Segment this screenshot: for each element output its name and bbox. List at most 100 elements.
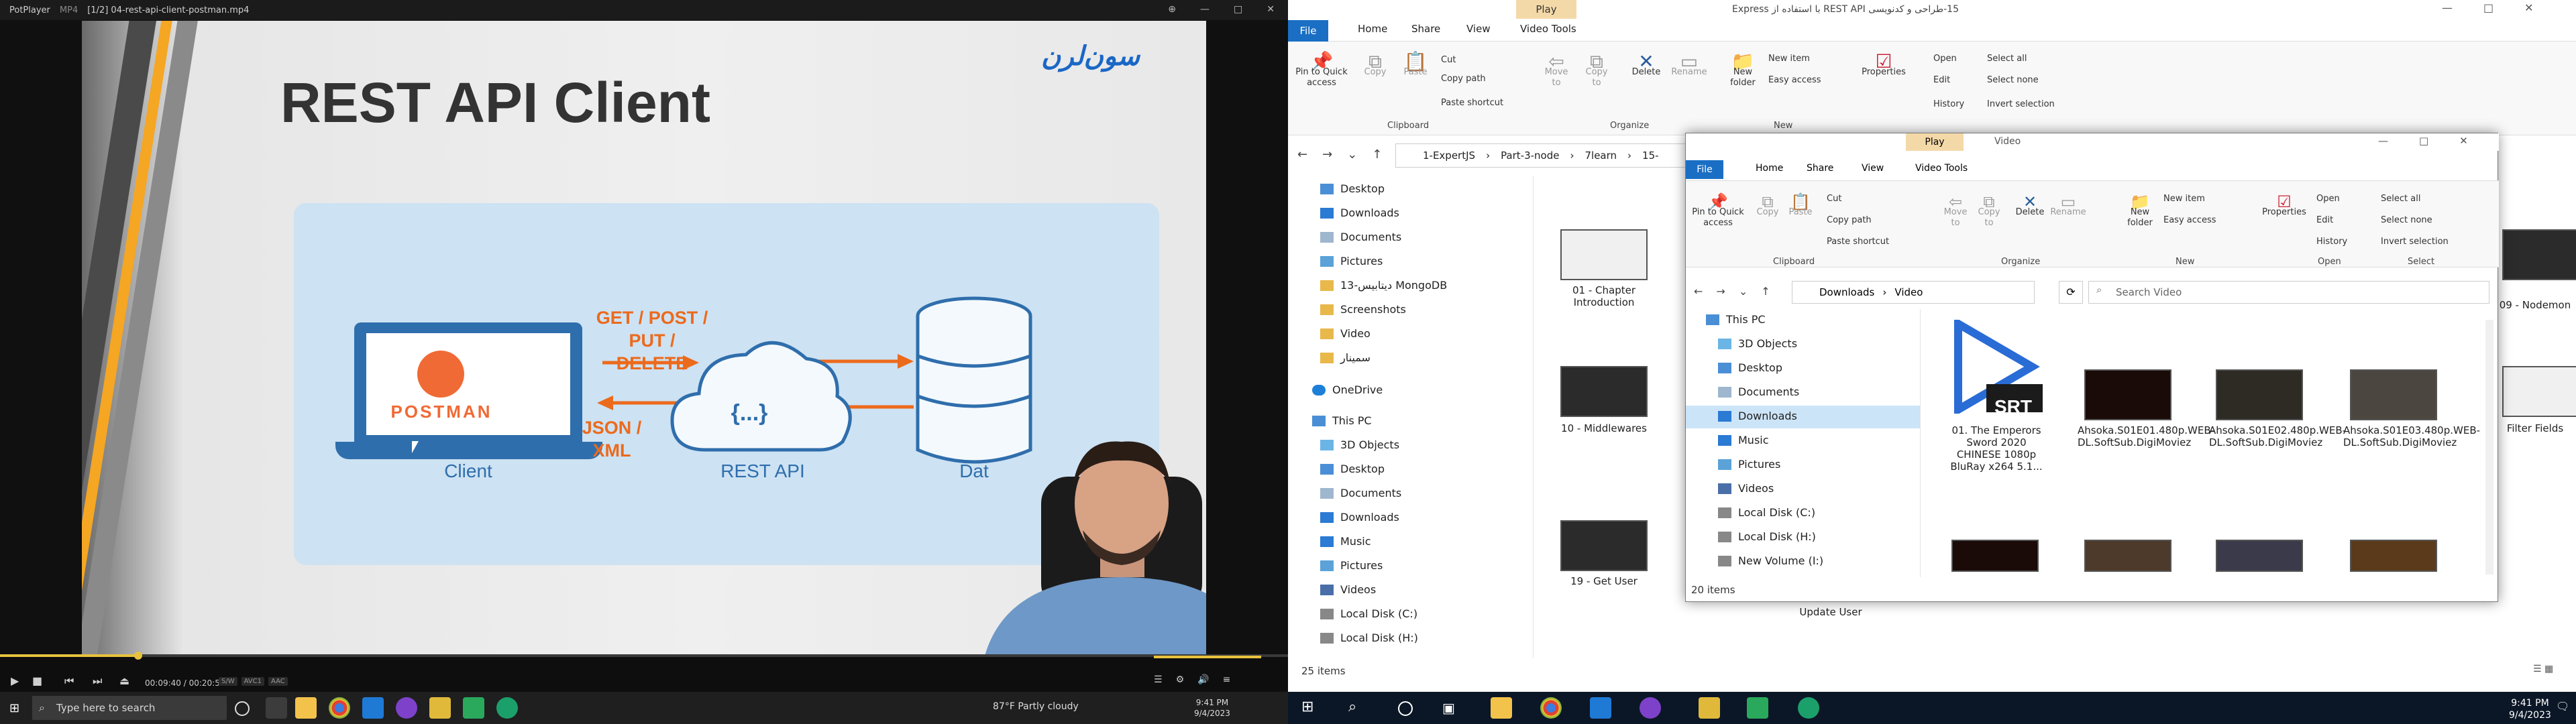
up-icon[interactable]: ↑ bbox=[1761, 285, 1770, 298]
start-icon[interactable]: ⊞ bbox=[1301, 699, 1313, 715]
play-icon[interactable]: ▶ bbox=[11, 674, 19, 687]
file-item[interactable]: Ahsoka.S01E02.480p.WEB-DL.SoftSub.DigiMo… bbox=[2209, 424, 2346, 448]
new-item-button[interactable]: New item bbox=[1768, 54, 1810, 64]
move-to-button[interactable]: ⇦ Move to bbox=[1540, 52, 1572, 88]
tab-video-tools[interactable]: Video Tools bbox=[1520, 23, 1576, 35]
select-none-button[interactable]: Select none bbox=[2381, 215, 2432, 225]
invert-selection-button[interactable]: Invert selection bbox=[1987, 99, 2055, 109]
nav-folder[interactable]: سمینار bbox=[1340, 351, 1371, 364]
new-folder-button[interactable]: 📁 New folder bbox=[2123, 194, 2157, 229]
seek-bar[interactable] bbox=[0, 654, 1288, 657]
new-folder-button[interactable]: 📁 New folder bbox=[1724, 52, 1762, 88]
nav-videos[interactable]: Videos bbox=[1340, 583, 1376, 596]
search-input[interactable]: Search Video bbox=[2088, 281, 2489, 304]
cortana-icon[interactable] bbox=[1398, 701, 1413, 716]
select-all-button[interactable]: Select all bbox=[1987, 54, 2027, 64]
back-icon[interactable]: ← bbox=[1694, 285, 1703, 298]
address-bar[interactable]: 1-ExpertJS › Part-3-node › 7learn › 15- bbox=[1395, 143, 1690, 168]
breadcrumb-item[interactable]: 1-ExpertJS bbox=[1423, 149, 1475, 162]
tab-video-tools[interactable]: Video Tools bbox=[1915, 163, 1968, 174]
paste-shortcut-button[interactable]: Paste shortcut bbox=[1441, 98, 1503, 108]
tab-view[interactable]: View bbox=[1862, 163, 1884, 174]
volume-slider[interactable] bbox=[1154, 656, 1261, 658]
nav-onedrive[interactable]: OneDrive bbox=[1332, 383, 1383, 396]
nav-disk-c[interactable]: Local Disk (C:) bbox=[1738, 506, 1815, 519]
playlist-icon[interactable]: ☰ bbox=[1154, 674, 1163, 685]
nav-folder[interactable]: Screenshots bbox=[1340, 303, 1406, 316]
new-item-button[interactable]: New item bbox=[2163, 194, 2205, 204]
start-icon[interactable]: ⊞ bbox=[9, 701, 19, 715]
tab-home[interactable]: Home bbox=[1756, 163, 1783, 174]
properties-button[interactable]: ☑ Properties bbox=[2259, 194, 2310, 218]
nav-videos[interactable]: Videos bbox=[1738, 482, 1774, 495]
history-dropdown-icon[interactable]: ⌄ bbox=[1739, 285, 1748, 298]
close-icon[interactable]: ✕ bbox=[1267, 4, 1275, 15]
up-icon[interactable]: ↑ bbox=[1372, 147, 1382, 162]
rename-button[interactable]: ▭ Rename bbox=[1668, 52, 1711, 78]
copy-path-button[interactable]: Copy path bbox=[1441, 74, 1486, 84]
pin-quick-access-button[interactable]: 📌 Pin to Quick access bbox=[1691, 194, 1745, 229]
invert-selection-button[interactable]: Invert selection bbox=[2381, 237, 2449, 247]
edit-button[interactable]: Edit bbox=[1933, 75, 1950, 85]
file-item[interactable]: 10 - Middlewares bbox=[1554, 422, 1654, 434]
cut-button[interactable]: Cut bbox=[1827, 194, 1841, 204]
video-thumbnail[interactable] bbox=[2084, 540, 2171, 572]
task-view-icon[interactable]: ▣ bbox=[1442, 700, 1455, 716]
file-item[interactable]: Ahsoka.S01E01.480p.WEB-DL.SoftSub.DigiMo… bbox=[2078, 424, 2214, 448]
minimize-icon[interactable]: — bbox=[2378, 135, 2388, 147]
file-item[interactable]: 19 - Get User bbox=[1554, 575, 1654, 587]
nav-music[interactable]: Music bbox=[1738, 434, 1769, 446]
nav-documents[interactable]: Documents bbox=[1738, 385, 1799, 398]
easy-access-button[interactable]: Easy access bbox=[1768, 75, 1821, 85]
chrome-icon[interactable] bbox=[1540, 697, 1562, 719]
copy-to-button[interactable]: ⧉ Copy to bbox=[1580, 52, 1613, 88]
tab-share[interactable]: Share bbox=[1411, 23, 1440, 35]
vscode-icon[interactable] bbox=[362, 697, 384, 719]
app-icon[interactable] bbox=[1747, 697, 1768, 719]
forward-icon[interactable]: → bbox=[1716, 285, 1725, 298]
history-button[interactable]: History bbox=[2316, 237, 2347, 247]
play-context-tab[interactable]: Play bbox=[1906, 133, 1964, 151]
nav-desktop[interactable]: Desktop bbox=[1340, 182, 1385, 195]
nav-downloads[interactable]: Downloads bbox=[1340, 206, 1399, 219]
github-icon[interactable] bbox=[396, 697, 417, 719]
file-item[interactable]: Update User bbox=[1780, 606, 1881, 618]
file-item[interactable]: 09 - Nodemon bbox=[2498, 299, 2572, 311]
nav-documents[interactable]: Documents bbox=[1340, 487, 1401, 499]
file-item[interactable]: 01 - Chapter Introduction bbox=[1554, 284, 1654, 308]
breadcrumb-item[interactable]: Part-3-node bbox=[1501, 149, 1559, 162]
file-item[interactable]: Filter Fields bbox=[2498, 422, 2572, 434]
view-toggle-icon[interactable]: ☰ ▦ bbox=[2533, 664, 2553, 674]
file-explorer-icon[interactable] bbox=[1491, 697, 1512, 719]
play-context-tab[interactable]: Play bbox=[1516, 0, 1576, 19]
video-thumbnail[interactable] bbox=[2502, 229, 2576, 280]
settings-icon[interactable]: ⚙ bbox=[1176, 674, 1185, 685]
copy-path-button[interactable]: Copy path bbox=[1827, 215, 1872, 225]
refresh-icon[interactable]: ⟳ bbox=[2059, 281, 2083, 304]
video-thumbnail[interactable] bbox=[2502, 366, 2576, 417]
video-thumbnail[interactable] bbox=[2216, 540, 2303, 572]
volume-icon[interactable]: 🔊 bbox=[1197, 674, 1209, 685]
video-thumbnail[interactable] bbox=[1951, 540, 2039, 572]
eject-icon[interactable]: ⏏ bbox=[119, 674, 129, 687]
tab-file[interactable]: File bbox=[1686, 160, 1723, 179]
scrollbar[interactable] bbox=[2485, 320, 2493, 575]
copy-button[interactable]: ⧉ Copy bbox=[1756, 194, 1780, 218]
seek-handle[interactable] bbox=[134, 652, 142, 660]
copy-to-button[interactable]: ⧉ Copy to bbox=[1974, 194, 2004, 229]
close-icon[interactable]: ✕ bbox=[2459, 135, 2468, 147]
nav-pictures[interactable]: Pictures bbox=[1340, 255, 1383, 267]
pin-quick-access-button[interactable]: 📌 Pin to Quick access bbox=[1295, 52, 1348, 88]
paste-shortcut-button[interactable]: Paste shortcut bbox=[1827, 237, 1889, 247]
nav-downloads[interactable]: Downloads bbox=[1738, 410, 1797, 422]
taskbar-search[interactable]: Type here to search bbox=[32, 696, 227, 720]
copy-button[interactable]: ⧉ Copy bbox=[1362, 52, 1389, 78]
easy-access-button[interactable]: Easy access bbox=[2163, 215, 2216, 225]
delete-button[interactable]: ✕ Delete bbox=[2013, 194, 2047, 218]
clock-right[interactable]: 9:41 PM 9/4/2023 bbox=[2509, 697, 2551, 721]
close-icon[interactable]: ✕ bbox=[2524, 1, 2533, 14]
open-button[interactable]: Open bbox=[2316, 194, 2340, 204]
github-icon[interactable] bbox=[1640, 697, 1661, 719]
stop-icon[interactable]: ■ bbox=[32, 674, 42, 687]
file-item[interactable]: 01. The Emperors Sword 2020 CHINESE 1080… bbox=[1946, 424, 2047, 473]
